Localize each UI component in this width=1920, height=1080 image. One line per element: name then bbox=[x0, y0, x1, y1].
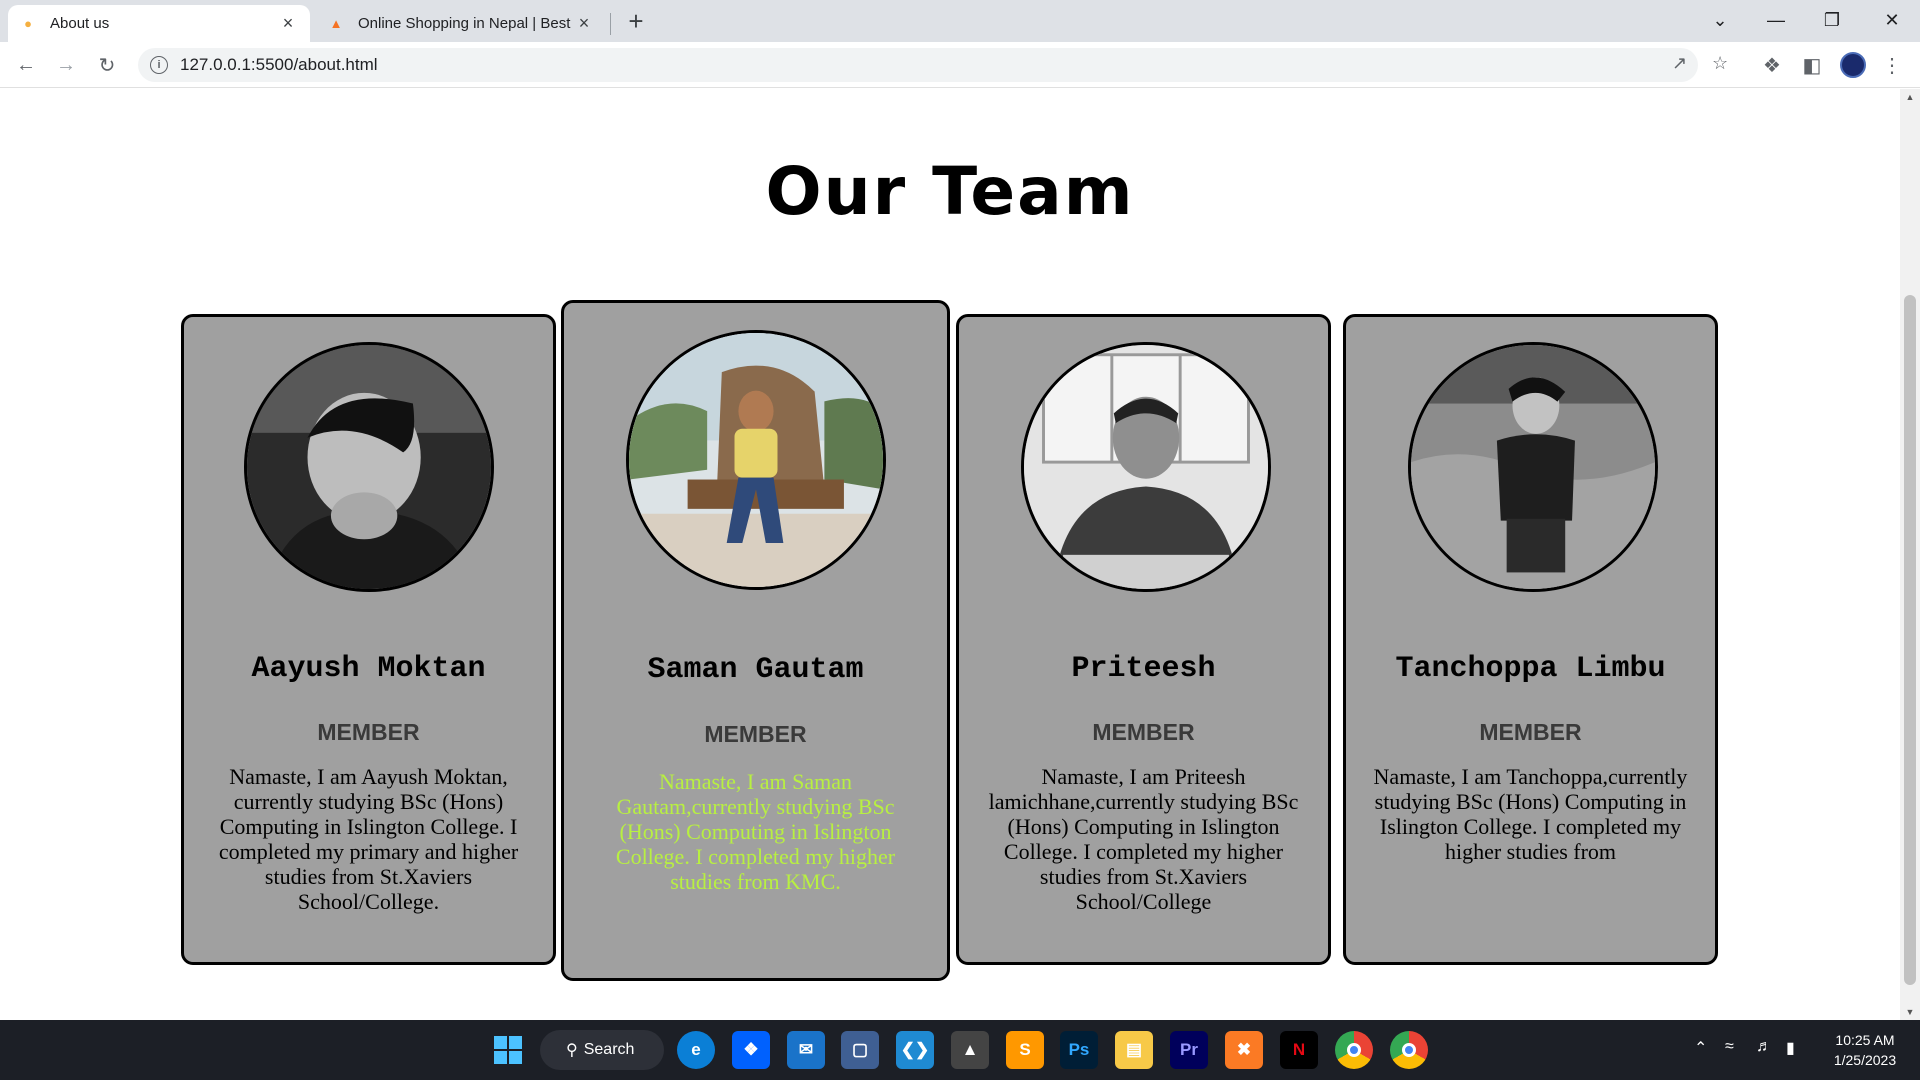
windows-start-icon[interactable] bbox=[489, 1031, 527, 1069]
close-tab-icon[interactable]: × bbox=[278, 13, 298, 34]
close-tab-icon[interactable]: × bbox=[574, 13, 594, 34]
premiere-icon[interactable]: Pr bbox=[1170, 1031, 1208, 1069]
side-panel-icon[interactable]: ◧ bbox=[1796, 49, 1828, 81]
clock-date: 1/25/2023 bbox=[1833, 1052, 1897, 1068]
tab-title: Online Shopping in Nepal | Best f bbox=[358, 15, 574, 32]
tab-online-shopping[interactable]: ▲ Online Shopping in Nepal | Best f × bbox=[316, 5, 606, 42]
member-photo bbox=[244, 342, 494, 592]
member-bio: Namaste, I am Tanchoppa,currently studyi… bbox=[1373, 764, 1688, 864]
member-bio: Namaste, I am Aayush Moktan, currently s… bbox=[218, 764, 519, 914]
new-tab-button[interactable]: + bbox=[622, 6, 650, 36]
virtualbox-icon[interactable]: ▢ bbox=[841, 1031, 879, 1069]
tab-strip: ● About us × ▲ Online Shopping in Nepal … bbox=[0, 0, 1920, 42]
team-card: Priteesh MEMBER Namaste, I am Priteesh l… bbox=[956, 314, 1331, 965]
profile-avatar[interactable] bbox=[1840, 52, 1866, 78]
extensions-puzzle-icon[interactable]: ❖ bbox=[1756, 49, 1788, 81]
forward-button[interactable]: → bbox=[50, 49, 82, 81]
file-explorer-icon[interactable]: ▤ bbox=[1115, 1031, 1153, 1069]
wifi-icon[interactable]: ≈ bbox=[1725, 1038, 1734, 1056]
scroll-down-arrow-icon[interactable]: ▼ bbox=[1900, 1004, 1920, 1020]
site-info-icon[interactable]: i bbox=[150, 56, 168, 74]
member-photo bbox=[626, 330, 886, 590]
page-title: Our Team bbox=[765, 153, 1135, 230]
page-viewport: Our Team Aayush Moktan MEMBER Namaste, I… bbox=[0, 89, 1900, 1020]
photoshop-icon[interactable]: Ps bbox=[1060, 1031, 1098, 1069]
mail-icon[interactable]: ✉ bbox=[787, 1031, 825, 1069]
search-icon: ⚲ bbox=[566, 1042, 578, 1059]
member-role: MEMBER bbox=[1479, 719, 1582, 745]
member-name: Priteesh bbox=[1071, 652, 1216, 686]
taskbar-clock[interactable]: 10:25 AM 1/25/2023 bbox=[1820, 1030, 1910, 1070]
taskbar-search-label: Search bbox=[583, 1041, 635, 1058]
close-window-button[interactable]: ✕ bbox=[1864, 0, 1920, 40]
address-bar[interactable]: i 127.0.0.1:5500/about.html ↗ ☆ bbox=[138, 48, 1728, 82]
reload-button[interactable]: ↻ bbox=[91, 49, 123, 81]
scrollbar-thumb[interactable] bbox=[1904, 295, 1916, 985]
menu-kebab-icon[interactable]: ⋮ bbox=[1876, 49, 1908, 81]
member-role: MEMBER bbox=[704, 721, 807, 747]
url-text[interactable]: 127.0.0.1:5500/about.html bbox=[180, 55, 378, 75]
inkscape-icon[interactable]: ▲ bbox=[951, 1031, 989, 1069]
member-name: Saman Gautam bbox=[647, 653, 864, 687]
netflix-icon[interactable]: N bbox=[1280, 1031, 1318, 1069]
show-hidden-icons-chevron-icon[interactable]: ⌃ bbox=[1694, 1038, 1707, 1058]
member-bio: Namaste, I am Priteesh lamichhane,curren… bbox=[988, 764, 1299, 914]
tab-search-button[interactable]: ⌄ bbox=[1692, 0, 1748, 40]
scroll-up-arrow-icon[interactable]: ▲ bbox=[1900, 89, 1920, 105]
minimize-button[interactable]: — bbox=[1748, 0, 1804, 40]
vscode-icon[interactable]: ❮❯ bbox=[896, 1031, 934, 1069]
tab-title: About us bbox=[50, 15, 110, 32]
browser-toolbar: ← → ↻ i 127.0.0.1:5500/about.html ↗ ☆ ❖ … bbox=[0, 42, 1920, 88]
page-favicon-icon: ● bbox=[24, 16, 32, 31]
windows-taskbar: ⚲ Search e ❖ ✉ ▢ ❮❯ ▲ S Ps ▤ Pr ✖ N ⌃ ≈ … bbox=[0, 1020, 1920, 1080]
xampp-icon[interactable]: ✖ bbox=[1225, 1031, 1263, 1069]
team-card: Tanchoppa Limbu MEMBER Namaste, I am Tan… bbox=[1343, 314, 1718, 965]
member-photo bbox=[1408, 342, 1658, 592]
sublime-icon[interactable]: S bbox=[1006, 1031, 1044, 1069]
dropbox-icon[interactable]: ❖ bbox=[732, 1031, 770, 1069]
chrome-profile-icon[interactable] bbox=[1390, 1031, 1428, 1069]
tab-separator bbox=[610, 13, 611, 35]
team-card-highlighted: Saman Gautam MEMBER Namaste, I am Saman … bbox=[561, 300, 950, 981]
taskbar-search[interactable]: ⚲ Search bbox=[540, 1030, 664, 1070]
member-name: Aayush Moktan bbox=[251, 652, 486, 686]
battery-icon[interactable]: ▮ bbox=[1786, 1038, 1795, 1058]
team-card: Aayush Moktan MEMBER Namaste, I am Aayus… bbox=[181, 314, 556, 965]
member-photo bbox=[1021, 342, 1271, 592]
member-role: MEMBER bbox=[317, 719, 420, 745]
volume-icon[interactable]: ♬ bbox=[1756, 1038, 1772, 1056]
chrome-icon[interactable] bbox=[1335, 1031, 1373, 1069]
restore-button[interactable]: ❐ bbox=[1804, 0, 1860, 40]
back-button[interactable]: ← bbox=[10, 49, 42, 81]
bookmark-star-icon[interactable]: ☆ bbox=[1712, 53, 1728, 74]
member-bio: Namaste, I am Saman Gautam,currently stu… bbox=[615, 769, 896, 894]
clock-time: 10:25 AM bbox=[1835, 1032, 1895, 1048]
edge-icon[interactable]: e bbox=[677, 1031, 715, 1069]
member-role: MEMBER bbox=[1092, 719, 1195, 745]
page-scrollbar[interactable]: ▲ ▼ bbox=[1900, 89, 1920, 1020]
daraz-favicon-icon: ▲ bbox=[329, 16, 343, 31]
share-icon[interactable]: ↗ bbox=[1672, 53, 1687, 74]
tab-about-us[interactable]: ● About us × bbox=[8, 5, 310, 42]
member-name: Tanchoppa Limbu bbox=[1395, 652, 1666, 686]
